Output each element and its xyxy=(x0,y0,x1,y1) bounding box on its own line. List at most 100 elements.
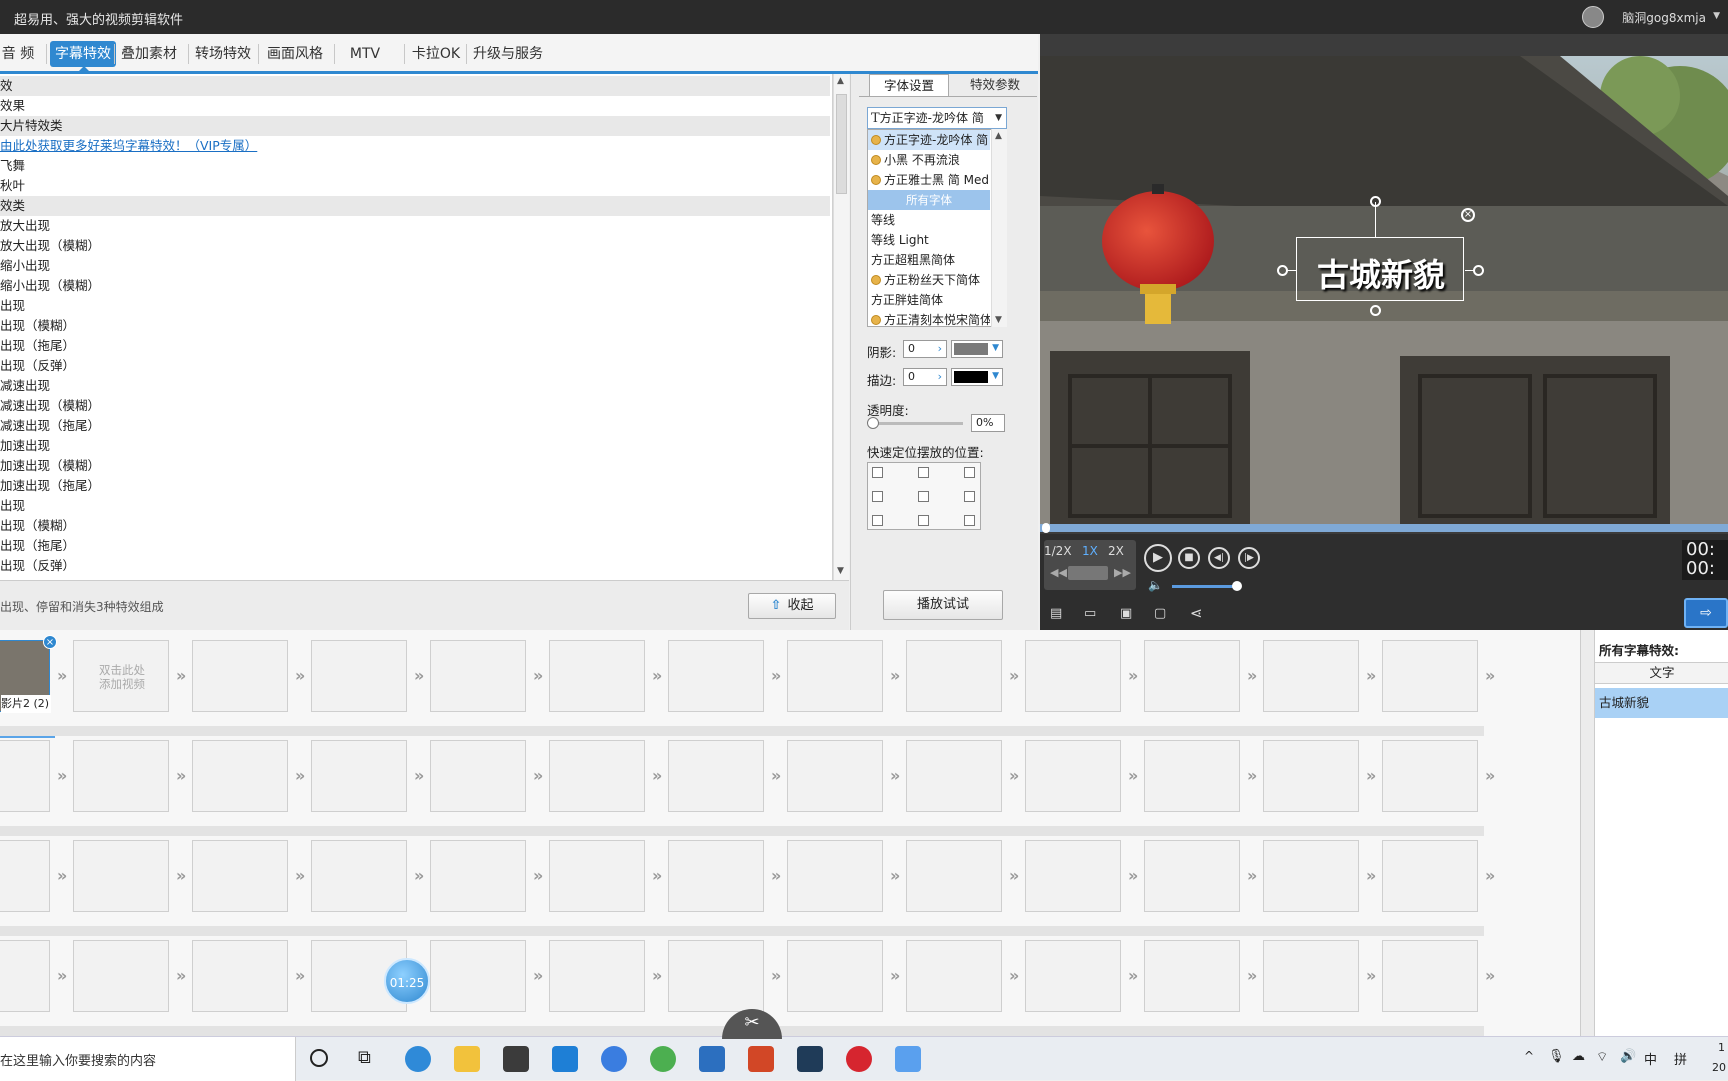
font-option[interactable]: 等线 Light xyxy=(868,230,990,250)
shadow-color-picker[interactable]: ▼ xyxy=(951,340,1003,358)
speed-1x[interactable]: 1X xyxy=(1082,544,1098,558)
transition-arrow-icon[interactable]: » xyxy=(890,766,906,786)
empty-slot[interactable] xyxy=(73,840,169,912)
empty-slot[interactable] xyxy=(1144,940,1240,1012)
username[interactable]: 脑洞gog8xmja xyxy=(1622,9,1706,26)
transition-arrow-icon[interactable]: » xyxy=(652,766,668,786)
opacity-input[interactable]: 0% xyxy=(971,414,1005,432)
transition-arrow-icon[interactable]: » xyxy=(533,666,549,686)
effect-item[interactable]: 放大出现（模糊） xyxy=(0,236,830,256)
mail-icon[interactable] xyxy=(552,1046,578,1072)
effect-item[interactable]: 缩小出现（模糊） xyxy=(0,276,830,296)
position-checkbox[interactable] xyxy=(964,515,975,526)
browser-e-icon[interactable] xyxy=(650,1046,676,1072)
transition-arrow-icon[interactable]: » xyxy=(1128,666,1144,686)
collapse-button[interactable]: ⇧ 收起 xyxy=(748,593,836,619)
empty-slot[interactable] xyxy=(1263,840,1359,912)
shadow-input[interactable]: 0 › xyxy=(903,340,947,358)
effect-item[interactable]: 加速出现（拖尾） xyxy=(0,476,830,496)
effect-item[interactable]: 出现（拖尾） xyxy=(0,336,830,356)
volume-icon[interactable]: 🔊 xyxy=(1620,1049,1636,1064)
transition-arrow-icon[interactable]: » xyxy=(1366,966,1382,986)
tab-3[interactable]: 转场特效 xyxy=(192,41,254,67)
transition-arrow-icon[interactable]: » xyxy=(414,666,430,686)
effect-item[interactable]: 加速出现 xyxy=(0,436,830,456)
empty-slot[interactable] xyxy=(1382,640,1478,712)
add-video-slot[interactable]: 双击此处 添加视频 xyxy=(73,640,169,712)
empty-slot[interactable] xyxy=(192,740,288,812)
effect-category[interactable]: 效类 xyxy=(0,196,830,216)
transition-arrow-icon[interactable]: » xyxy=(295,766,311,786)
play-test-button[interactable]: 播放试试 xyxy=(883,590,1003,620)
video-clip[interactable]: 影片2 (2) × xyxy=(0,635,57,713)
scroll-down-icon[interactable]: ▼ xyxy=(837,566,844,576)
effect-item[interactable]: 缩小出现 xyxy=(0,256,830,276)
empty-slot[interactable] xyxy=(73,740,169,812)
transition-arrow-icon[interactable]: » xyxy=(1247,666,1263,686)
netease-music-icon[interactable] xyxy=(846,1046,872,1072)
transition-arrow-icon[interactable]: » xyxy=(771,966,787,986)
empty-slot[interactable] xyxy=(1382,840,1478,912)
transition-arrow-icon[interactable]: » xyxy=(1366,866,1382,886)
tab-5[interactable]: MTV xyxy=(338,41,392,67)
effect-item[interactable]: 出现 xyxy=(0,496,830,516)
empty-slot[interactable] xyxy=(1144,840,1240,912)
microphone-icon[interactable]: 🎙 xyxy=(1548,1049,1565,1064)
font-option[interactable]: 方正超粗黑简体 xyxy=(868,250,990,270)
empty-slot[interactable] xyxy=(906,740,1002,812)
empty-slot[interactable] xyxy=(1025,840,1121,912)
empty-slot[interactable] xyxy=(430,940,526,1012)
ime-mode[interactable]: 拼 xyxy=(1674,1049,1687,1068)
store-icon[interactable] xyxy=(503,1046,529,1072)
empty-slot[interactable] xyxy=(1382,940,1478,1012)
transition-arrow-icon[interactable]: » xyxy=(1009,966,1025,986)
resize-handle-bottom[interactable] xyxy=(1370,305,1381,316)
empty-slot[interactable] xyxy=(787,740,883,812)
empty-slot[interactable] xyxy=(311,840,407,912)
transition-arrow-icon[interactable]: » xyxy=(533,766,549,786)
empty-slot[interactable] xyxy=(0,940,50,1012)
edge-icon[interactable] xyxy=(405,1046,431,1072)
time-badge[interactable]: 01:25 xyxy=(384,958,430,1004)
font-option[interactable]: 等线 xyxy=(868,210,990,230)
empty-slot[interactable] xyxy=(787,640,883,712)
empty-slot[interactable] xyxy=(1144,640,1240,712)
transition-arrow-icon[interactable]: » xyxy=(1009,666,1025,686)
cloud-icon[interactable]: ☁ xyxy=(1572,1049,1585,1064)
empty-slot[interactable] xyxy=(668,840,764,912)
effect-item[interactable]: 减速出现（模糊） xyxy=(0,396,830,416)
font-option[interactable]: 方正胖娃简体 xyxy=(868,290,990,310)
transition-arrow-icon[interactable]: » xyxy=(295,866,311,886)
transition-arrow-icon[interactable]: » xyxy=(1128,866,1144,886)
tab-effect-params[interactable]: 特效参数 xyxy=(953,74,1037,96)
chevron-down-icon[interactable]: ▼ xyxy=(995,108,1002,128)
tab-font-settings[interactable]: 字体设置 xyxy=(869,74,949,96)
empty-slot[interactable] xyxy=(0,840,50,912)
chevron-up-icon[interactable]: ^ xyxy=(1524,1049,1534,1063)
transition-arrow-icon[interactable]: » xyxy=(57,966,73,986)
empty-slot[interactable] xyxy=(1263,640,1359,712)
fast-forward-icon[interactable]: ▶▶ xyxy=(1114,566,1131,579)
app-icon[interactable] xyxy=(895,1046,921,1072)
rewind-icon[interactable]: ◀◀ xyxy=(1050,566,1067,579)
search-box[interactable]: 在这里输入你要搜索的内容 xyxy=(0,1037,296,1081)
clock-time[interactable]: 1 xyxy=(1718,1041,1725,1054)
empty-slot[interactable] xyxy=(906,640,1002,712)
next-frame-icon[interactable]: |▶ xyxy=(1238,547,1260,569)
transition-arrow-icon[interactable]: » xyxy=(1009,866,1025,886)
font-option[interactable]: 方正清刻本悦宋简体 xyxy=(868,310,990,326)
transition-arrow-icon[interactable]: » xyxy=(414,866,430,886)
transition-arrow-icon[interactable]: » xyxy=(414,766,430,786)
effect-item[interactable]: 出现（模糊） xyxy=(0,316,830,336)
empty-slot[interactable] xyxy=(430,640,526,712)
empty-slot[interactable] xyxy=(192,940,288,1012)
transition-arrow-icon[interactable]: » xyxy=(771,666,787,686)
transition-arrow-icon[interactable]: » xyxy=(1247,866,1263,886)
effect-item[interactable]: 减速出现（拖尾） xyxy=(0,416,830,436)
play-icon[interactable]: ▶ xyxy=(1144,544,1172,572)
close-icon[interactable]: × xyxy=(1461,208,1475,222)
share-icon[interactable]: ⋖ xyxy=(1190,604,1203,622)
empty-slot[interactable] xyxy=(549,840,645,912)
transition-arrow-icon[interactable]: » xyxy=(890,966,906,986)
empty-slot[interactable] xyxy=(73,940,169,1012)
